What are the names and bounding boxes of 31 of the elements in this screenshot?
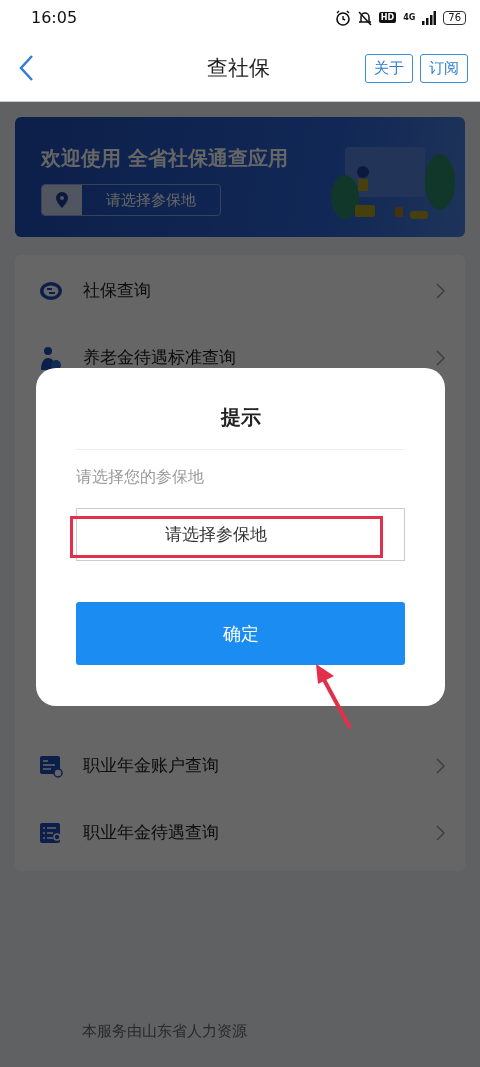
header-button[interactable]: 订阅 [420, 53, 468, 83]
dialog-title: 提示 [76, 368, 405, 450]
hd-badge: HD [378, 12, 397, 23]
menu-item[interactable]: 职业年金账户查询 [15, 732, 465, 799]
menu-item-label: 养老金待遇标准查询 [83, 346, 237, 369]
chevron-right-icon [435, 349, 445, 366]
footer-text: 本服务由山东省人力资源 [82, 1022, 247, 1041]
chevron-right-icon [435, 282, 445, 299]
confirm-button[interactable]: 确定 [76, 602, 405, 665]
location-pin-icon [56, 192, 68, 208]
alarm-icon [334, 9, 351, 26]
page-title: 查社保 [205, 55, 271, 82]
menu-item-label: 社保查询 [83, 279, 152, 302]
account-card-icon [39, 753, 63, 778]
status-time: 16:05 [31, 8, 79, 27]
chevron-right-icon [435, 757, 445, 774]
signal-icon [422, 10, 437, 25]
banner-title: 欢迎使用 全省社保通查应用 [41, 145, 288, 172]
location-select[interactable]: 请选择参保地 [41, 184, 221, 216]
menu-item-label: 职业年金待遇查询 [83, 821, 220, 844]
list-icon [39, 820, 63, 845]
chevron-right-icon [435, 824, 445, 841]
dialog-label: 请选择您的参保地 [76, 467, 205, 488]
menu-item[interactable]: 职业年金待遇查询 [15, 799, 465, 866]
menu-item-label: 职业年金账户查询 [83, 754, 220, 777]
menu-item[interactable]: 社保查询 [15, 257, 465, 324]
network-type: 4G [403, 13, 416, 22]
person-icon [39, 345, 63, 370]
header-button[interactable]: 关于 [365, 53, 413, 83]
battery-level: 76 [443, 10, 466, 25]
bell-muted-icon [357, 9, 372, 26]
